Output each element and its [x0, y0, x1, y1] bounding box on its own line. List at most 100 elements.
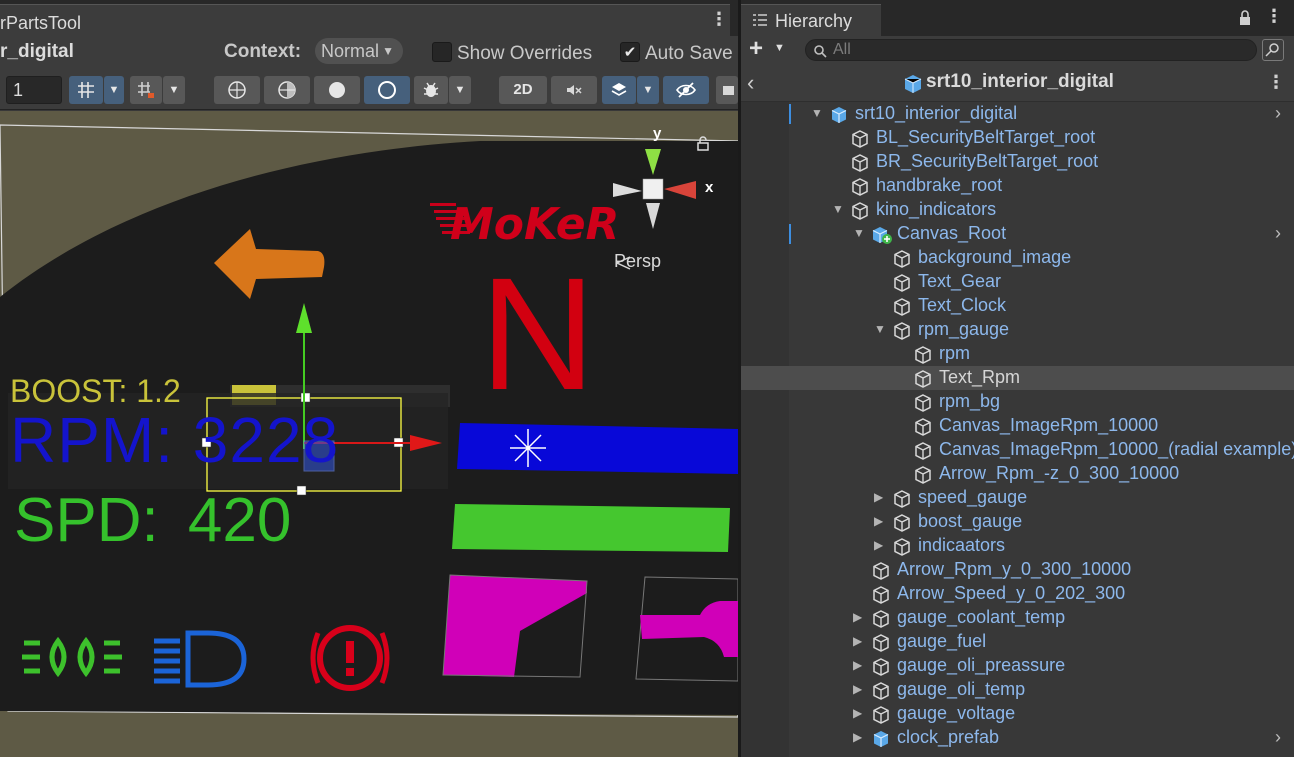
layers-icon	[611, 83, 627, 96]
tree-row-label: BR_SecurityBeltTarget_root	[876, 151, 1099, 171]
effects-dropdown[interactable]: ▼	[637, 76, 659, 104]
tree-row[interactable]: ▶ indicaators	[741, 534, 1294, 558]
tree-row[interactable]: BL_SecurityBeltTarget_root	[741, 126, 1294, 150]
tree-row[interactable]: ▼ rpm_gauge	[741, 318, 1294, 342]
expand-chevron-down-icon[interactable]: ▼	[811, 106, 823, 120]
shading-solid-button[interactable]	[314, 76, 360, 104]
hierarchy-menu-icon[interactable]: ⋮	[1265, 6, 1283, 27]
override-marker	[789, 104, 791, 124]
expand-chevron-right-icon[interactable]: ▶	[853, 730, 862, 744]
tree-row-label: Canvas_ImageRpm_10000_(radial example)	[939, 439, 1294, 459]
prefab-mode-title: srt10_interior_digital	[926, 71, 1114, 92]
tree-row[interactable]: ▶ gauge_oli_preassure	[741, 654, 1294, 678]
bug-icon	[423, 82, 439, 97]
increment-snap-dropdown[interactable]: ▼	[163, 76, 185, 104]
tree-row[interactable]: ▶ gauge_fuel	[741, 630, 1294, 654]
debug-draw-dropdown[interactable]: ▼	[449, 76, 471, 104]
tree-row[interactable]: Arrow_Rpm_-z_0_300_10000	[741, 462, 1294, 486]
expand-chevron-right-icon[interactable]: ▶	[853, 610, 862, 624]
gizmo-y-label[interactable]: y	[653, 125, 661, 142]
speed-bar	[452, 504, 730, 552]
tree-row[interactable]: BR_SecurityBeltTarget_root	[741, 150, 1294, 174]
debug-draw-button[interactable]	[414, 76, 448, 104]
prefab-mode-header: ‹ srt10_interior_digital ⋮	[741, 64, 1294, 102]
tree-row[interactable]: handbrake_root	[741, 174, 1294, 198]
scene-visibility-button[interactable]	[663, 76, 709, 104]
hierarchy-tree: ▼ srt10_interior_digital › BL_SecurityBeltT…	[741, 102, 1294, 757]
expand-chevron-down-icon[interactable]: ▼	[853, 226, 865, 240]
add-dropdown-chevron-icon[interactable]: ▼	[774, 42, 785, 54]
tree-row-label: Arrow_Speed_y_0_202_300	[897, 583, 1126, 603]
prefab-header-menu-icon[interactable]: ⋮	[1267, 72, 1285, 93]
context-dropdown[interactable]: Normal ▼	[315, 38, 403, 64]
scene-tab[interactable]: rPartsTool ⋮	[0, 4, 730, 36]
tree-row[interactable]: ▶ gauge_voltage	[741, 702, 1294, 726]
tree-row[interactable]: Canvas_ImageRpm_10000_(radial example)	[741, 438, 1294, 462]
shading-wireframe-button[interactable]	[214, 76, 260, 104]
tree-row[interactable]: ▼ Canvas_Root ›	[741, 222, 1294, 246]
tree-row[interactable]: Text_Gear	[741, 270, 1294, 294]
tree-row-label: BL_SecurityBeltTarget_root	[876, 127, 1096, 147]
prefab-cube-icon	[904, 75, 922, 93]
expand-chevron-right-icon[interactable]: ▶	[874, 538, 883, 552]
add-object-button[interactable]: +	[749, 37, 763, 61]
grid-snap-icon	[78, 82, 94, 98]
tree-row[interactable]: ▶ boost_gauge	[741, 510, 1294, 534]
hierarchy-tab-title: Hierarchy	[775, 11, 853, 31]
tree-row-label: Text_Gear	[918, 271, 1002, 291]
tree-row[interactable]: ▼ srt10_interior_digital ›	[741, 102, 1294, 126]
tree-row-label: gauge_oli_preassure	[897, 655, 1066, 675]
tree-row[interactable]: ▶ speed_gauge	[741, 486, 1294, 510]
expand-chevron-right-icon[interactable]: ▶	[874, 514, 883, 528]
tree-row-label: gauge_coolant_temp	[897, 607, 1066, 627]
tree-row[interactable]: Arrow_Rpm_y_0_300_10000	[741, 558, 1294, 582]
open-prefab-chevron-right-icon[interactable]: ›	[1275, 727, 1281, 748]
gizmo-x-label[interactable]: x	[705, 179, 713, 196]
tree-row[interactable]: background_image	[741, 246, 1294, 270]
expand-chevron-right-icon[interactable]: ▶	[853, 682, 862, 696]
open-prefab-chevron-right-icon[interactable]: ›	[1275, 103, 1281, 124]
expand-chevron-down-icon[interactable]: ▼	[874, 322, 886, 336]
effects-toggle-button[interactable]	[602, 76, 636, 104]
camera-settings-button[interactable]	[716, 76, 738, 104]
persp-label[interactable]: Persp	[614, 251, 661, 272]
hierarchy-search-field[interactable]: All	[805, 39, 1257, 61]
open-prefab-chevron-right-icon[interactable]: ›	[1275, 223, 1281, 244]
expand-chevron-right-icon[interactable]: ▶	[853, 658, 862, 672]
show-overrides-checkbox[interactable]	[432, 42, 452, 62]
expand-chevron-right-icon[interactable]: ▶	[853, 634, 862, 648]
scene-tab-menu-icon[interactable]: ⋮	[710, 9, 728, 30]
back-arrow-icon[interactable]: ‹	[747, 70, 754, 96]
expand-chevron-right-icon[interactable]: ▶	[874, 490, 883, 504]
tree-row-label: srt10_interior_digital	[855, 103, 1018, 123]
tree-row[interactable]: ▶ gauge_oli_temp	[741, 678, 1294, 702]
search-filter-button[interactable]	[1262, 39, 1284, 61]
tree-row[interactable]: ▶ clock_prefab ›	[741, 726, 1294, 750]
tree-row[interactable]: ▶ gauge_coolant_temp	[741, 606, 1294, 630]
expand-chevron-right-icon[interactable]: ▶	[853, 706, 862, 720]
audio-toggle-button[interactable]	[551, 76, 597, 104]
tree-row-label: kino_indicators	[876, 199, 997, 219]
tree-row[interactable]: Text_Rpm	[741, 366, 1294, 390]
auto-save-checkbox[interactable]: ✔	[620, 42, 640, 62]
tree-row[interactable]: ▼ kino_indicators	[741, 198, 1294, 222]
expand-chevron-down-icon[interactable]: ▼	[832, 202, 844, 216]
mute-speaker-icon	[567, 85, 582, 95]
hierarchy-tab[interactable]: Hierarchy	[741, 4, 881, 36]
grid-snap-button[interactable]	[69, 76, 103, 104]
tree-row[interactable]: Text_Clock	[741, 294, 1294, 318]
lock-icon[interactable]	[1239, 10, 1251, 26]
tree-row-label: background_image	[918, 247, 1072, 267]
grid-size-field[interactable]: 1	[6, 76, 62, 104]
grid-snap-dropdown[interactable]: ▼	[104, 76, 124, 104]
tree-row[interactable]: rpm	[741, 342, 1294, 366]
increment-snap-button[interactable]	[130, 76, 162, 104]
shading-shaded-wire-button[interactable]	[264, 76, 310, 104]
toggle-2d-button[interactable]: 2D	[499, 76, 547, 104]
scene-viewport[interactable]: MoKeR N BOOST: 1.2 RPM: 3228 SPD: 420 Pe…	[0, 111, 738, 757]
tree-row[interactable]: Arrow_Speed_y_0_202_300	[741, 582, 1294, 606]
tree-row[interactable]: Canvas_ImageRpm_10000	[741, 414, 1294, 438]
tree-row[interactable]: rpm_bg	[741, 390, 1294, 414]
shading-lit-button[interactable]	[364, 76, 410, 104]
tree-row-label: Canvas_ImageRpm_10000	[939, 415, 1159, 435]
